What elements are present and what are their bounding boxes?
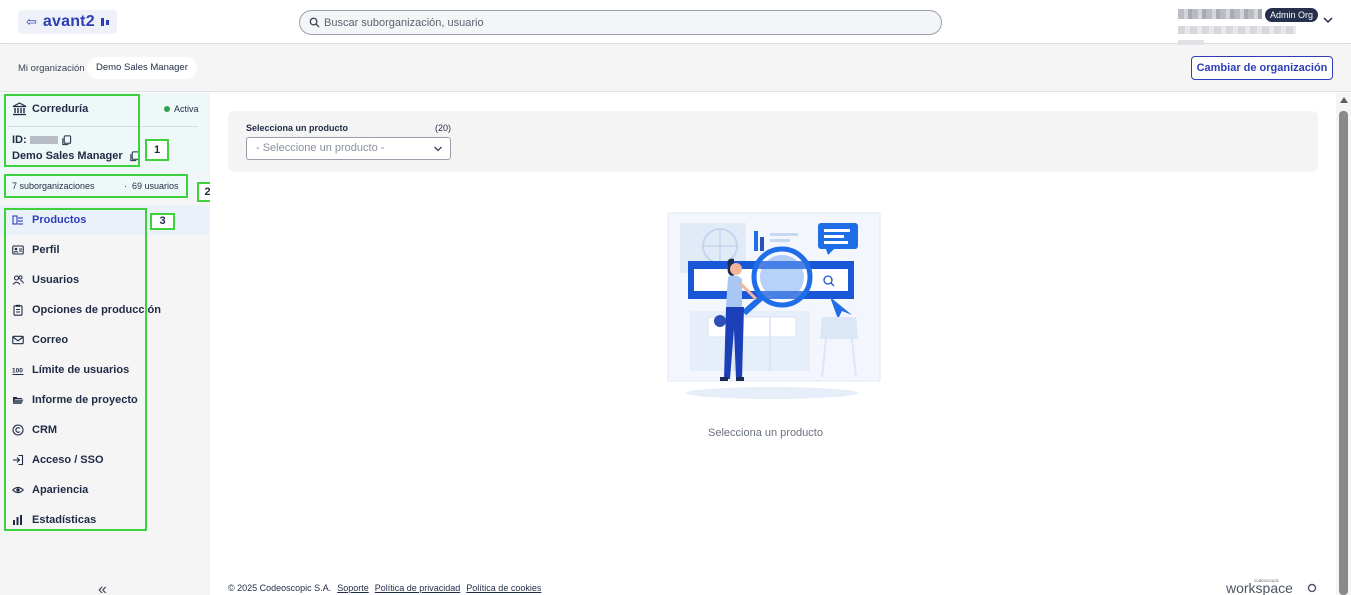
main-content: Selecciona un producto (20) - Seleccione… (210, 93, 1336, 595)
empty-state-illustration (667, 212, 881, 399)
collapse-sidebar-button[interactable]: « (98, 581, 107, 595)
annotation-label-1: 1 (145, 139, 169, 161)
product-count: (20) (435, 123, 452, 133)
app-logo[interactable]: ⇦ avant2 (18, 10, 117, 34)
status-label: Activa (174, 104, 199, 114)
role-badge: Admin Org (1265, 8, 1319, 22)
user-email-redacted (1178, 26, 1296, 34)
annotation-box-1 (4, 94, 140, 167)
empty-state-text: Selecciona un producto (708, 427, 823, 439)
workspace-logo: codeoscopic workspace (1226, 578, 1317, 595)
annotation-box-2 (4, 174, 188, 198)
search-input[interactable]: Buscar suborganización, usuario (299, 10, 942, 35)
product-select-label: Selecciona un producto (246, 123, 349, 133)
privacy-policy-link[interactable]: Política de privacidad (375, 583, 461, 593)
breadcrumb-current: Demo Sales Manager (87, 57, 197, 79)
annotation-label-3: 3 (150, 213, 175, 230)
search-placeholder: Buscar suborganización, usuario (324, 16, 484, 29)
cookies-policy-link[interactable]: Política de cookies (466, 583, 541, 593)
product-select-placeholder: - Seleccione un producto - (256, 142, 385, 154)
logo-mark-icon (100, 18, 109, 26)
change-organization-button[interactable]: Cambiar de organización (1191, 56, 1333, 80)
chevron-down-icon[interactable] (1322, 14, 1334, 26)
support-link[interactable]: Soporte (337, 583, 369, 593)
scroll-up-arrow-icon[interactable] (1340, 97, 1348, 103)
search-icon (309, 17, 320, 28)
sub-header: Mi organización Demo Sales Manager Cambi… (0, 45, 1351, 92)
footer: © 2025 Codeoscopic S.A. Soporte Política… (228, 583, 541, 593)
breadcrumb-root[interactable]: Mi organización (18, 63, 85, 74)
user-name-redacted (1178, 9, 1262, 19)
scrollbar-thumb[interactable] (1339, 111, 1348, 595)
annotation-box-3 (4, 208, 147, 531)
back-arrow-icon: ⇦ (26, 14, 37, 29)
chevron-down-icon (434, 146, 442, 152)
copyright-text: © 2025 Codeoscopic S.A. (228, 583, 332, 593)
vertical-scrollbar[interactable] (1336, 93, 1351, 595)
brand-text: workspace (1226, 580, 1293, 595)
top-bar: ⇦ avant2 Buscar suborganización, usuario… (0, 0, 1351, 47)
logo-text: avant2 (42, 13, 95, 30)
product-filter-panel: Selecciona un producto (20) - Seleccione… (228, 111, 1318, 172)
status-badge: Activa (164, 104, 199, 114)
product-select[interactable]: - Seleccione un producto - (246, 137, 451, 160)
status-dot-icon (164, 106, 170, 112)
